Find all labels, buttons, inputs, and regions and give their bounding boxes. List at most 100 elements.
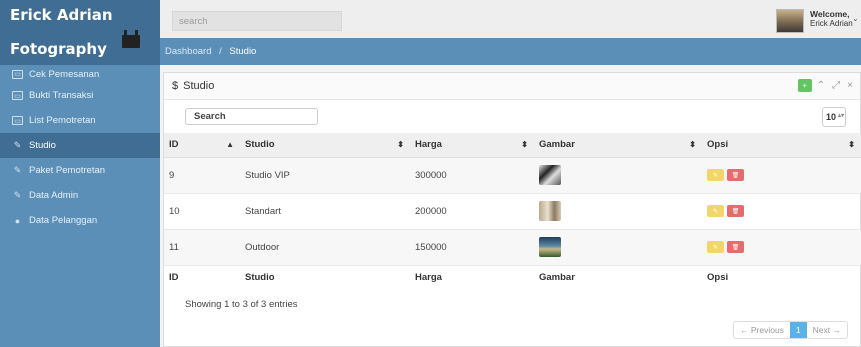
sidebar-item-label: Data Pelanggan (29, 215, 98, 226)
footer-gambar: Gambar (539, 271, 575, 283)
sidebar-item-paket-pemotretan[interactable]: ✎ Paket Pemotretan (0, 158, 160, 183)
sidebar-item-bukti-transaksi[interactable]: ▭ Bukti Transaksi (0, 83, 160, 108)
image-icon: ▭ (12, 91, 23, 100)
cell-id: 9 (164, 157, 240, 194)
close-icon[interactable]: × (847, 80, 853, 91)
user-menu[interactable]: Welcome, Erick Adrian (810, 9, 853, 29)
column-header-opsi[interactable]: Opsi ⬍ (702, 133, 861, 158)
image-icon: ▭ (12, 116, 23, 125)
header-label: Opsi (707, 139, 729, 151)
breadcrumb: Dashboard / Studio (160, 38, 861, 65)
edit-icon: ✎ (13, 190, 22, 200)
cell-harga: 300000 (410, 157, 534, 194)
cell-opsi: ✎ 🗑 (702, 229, 861, 266)
outdoor-photo (539, 237, 561, 257)
header-label: Harga (415, 139, 442, 151)
sort-icon: ⬍ (397, 140, 404, 149)
sidebar-item-label: Paket Pemotretan (29, 165, 106, 176)
studio-panel: $ Studio + ⌃ ⤢ × Search 10 ▴▾ ID ▲ Studio ⬍… (163, 72, 861, 347)
footer-harga: Harga (415, 271, 442, 283)
table-row: 9 Studio VIP 300000 ✎ 🗑 (164, 157, 861, 194)
delete-button[interactable]: 🗑 (727, 205, 744, 218)
sort-icon: ⬍ (521, 140, 528, 149)
studio-table: ID ▲ Studio ⬍ Harga ⬍ Gambar ⬍ Opsi ⬍ 9 Studi… (164, 133, 861, 289)
table-row: 11 Outdoor 150000 ✎ 🗑 (164, 229, 861, 266)
breadcrumb-dashboard[interactable]: Dashboard (165, 46, 211, 57)
chevron-down-icon[interactable]: ⌄ (852, 14, 859, 23)
expand-icon[interactable]: ⤢ (832, 80, 840, 91)
page-1-button[interactable]: 1 (789, 322, 807, 338)
edit-icon: ✎ (13, 165, 22, 175)
standart-photo (539, 201, 561, 221)
user-name: Erick Adrian (810, 19, 853, 28)
cell-studio: Studio VIP (240, 157, 410, 194)
panel-title-text: Studio (183, 80, 215, 92)
camera-icon (122, 30, 140, 48)
previous-button[interactable]: ← Previous (734, 322, 790, 338)
page-title: $ Studio (172, 80, 214, 92)
sidebar-item-label: List Pemotretan (29, 115, 96, 126)
select-arrow-icon: ▴▾ (837, 113, 844, 119)
column-header-harga[interactable]: Harga ⬍ (410, 133, 534, 158)
column-header-id[interactable]: ID ▲ (164, 133, 240, 158)
edit-button[interactable]: ✎ (707, 205, 724, 218)
table-search-input[interactable]: Search (185, 108, 318, 125)
table-controls: Search 10 ▴▾ (164, 100, 860, 131)
cell-id: 10 (164, 193, 240, 230)
footer-id: ID (169, 271, 179, 283)
sidebar-item-data-admin[interactable]: ✎ Data Admin (0, 183, 160, 208)
sidebar: Erick Adrian Fotography ▭ Cek Pemesanan … (0, 0, 160, 347)
edit-icon: ✎ (13, 140, 22, 150)
sidebar-item-list-pemotretan[interactable]: ▭ List Pemotretan (0, 108, 160, 133)
sidebar-item-data-pelanggan[interactable]: ● Data Pelanggan (0, 208, 160, 233)
sort-asc-icon: ▲ (226, 140, 234, 149)
sidebar-item-label: Data Admin (29, 190, 79, 201)
table-footer-row: ID Studio Harga Gambar Opsi (164, 265, 861, 289)
sidebar-item-label: Studio (29, 140, 56, 151)
column-header-gambar[interactable]: Gambar ⬍ (534, 133, 702, 158)
search-input[interactable]: search (172, 11, 342, 31)
footer-studio: Studio (245, 271, 275, 283)
footer-opsi: Opsi (707, 271, 729, 283)
breadcrumb-current: Studio (229, 46, 257, 57)
breadcrumb-separator: / (219, 46, 222, 57)
sidebar-item-studio[interactable]: ✎ Studio (0, 133, 160, 158)
sidebar-item-cek-pemesanan[interactable]: ▭ Cek Pemesanan (0, 65, 160, 83)
image-icon: ▭ (12, 69, 23, 79)
sort-icon: ⬍ (689, 140, 696, 149)
column-header-studio[interactable]: Studio ⬍ (240, 133, 410, 158)
header-label: ID (169, 139, 179, 151)
cell-id: 11 (164, 229, 240, 266)
entries-per-page-select[interactable]: 10 ▴▾ (822, 107, 846, 127)
sidebar-item-label: Cek Pemesanan (29, 68, 100, 80)
sidebar-item-label: Bukti Transaksi (29, 90, 94, 101)
table-header-row: ID ▲ Studio ⬍ Harga ⬍ Gambar ⬍ Opsi ⬍ (164, 133, 861, 158)
delete-button[interactable]: 🗑 (727, 241, 744, 254)
cell-studio: Standart (240, 193, 410, 230)
edit-button[interactable]: ✎ (707, 241, 724, 254)
panel-tools: + ⌃ ⤢ × (797, 79, 860, 92)
header-label: Studio (245, 139, 275, 151)
topbar: search Welcome, Erick Adrian ⌄ (160, 0, 861, 38)
cell-gambar (534, 193, 702, 230)
dollar-icon: $ (172, 80, 179, 92)
brand-name: Erick Adrian (10, 6, 113, 24)
sort-icon: ⬍ (848, 140, 855, 149)
delete-button[interactable]: 🗑 (727, 169, 744, 182)
avatar[interactable] (776, 9, 804, 33)
header-label: Gambar (539, 139, 575, 151)
add-button[interactable]: + (797, 79, 812, 92)
studio-vip-photo (539, 165, 561, 185)
chevron-up-icon[interactable]: ⌃ (817, 80, 825, 91)
table-info: Showing 1 to 3 of 3 entries (185, 299, 298, 310)
cell-opsi: ✎ 🗑 (702, 157, 861, 194)
welcome-label: Welcome, (810, 9, 850, 19)
next-button[interactable]: Next → (807, 322, 847, 338)
brand: Erick Adrian Fotography (0, 0, 160, 65)
cell-harga: 150000 (410, 229, 534, 266)
map-marker-icon: ● (14, 215, 21, 226)
cell-gambar (534, 157, 702, 194)
cell-studio: Outdoor (240, 229, 410, 266)
per-page-value: 10 (826, 112, 837, 122)
edit-button[interactable]: ✎ (707, 169, 724, 182)
